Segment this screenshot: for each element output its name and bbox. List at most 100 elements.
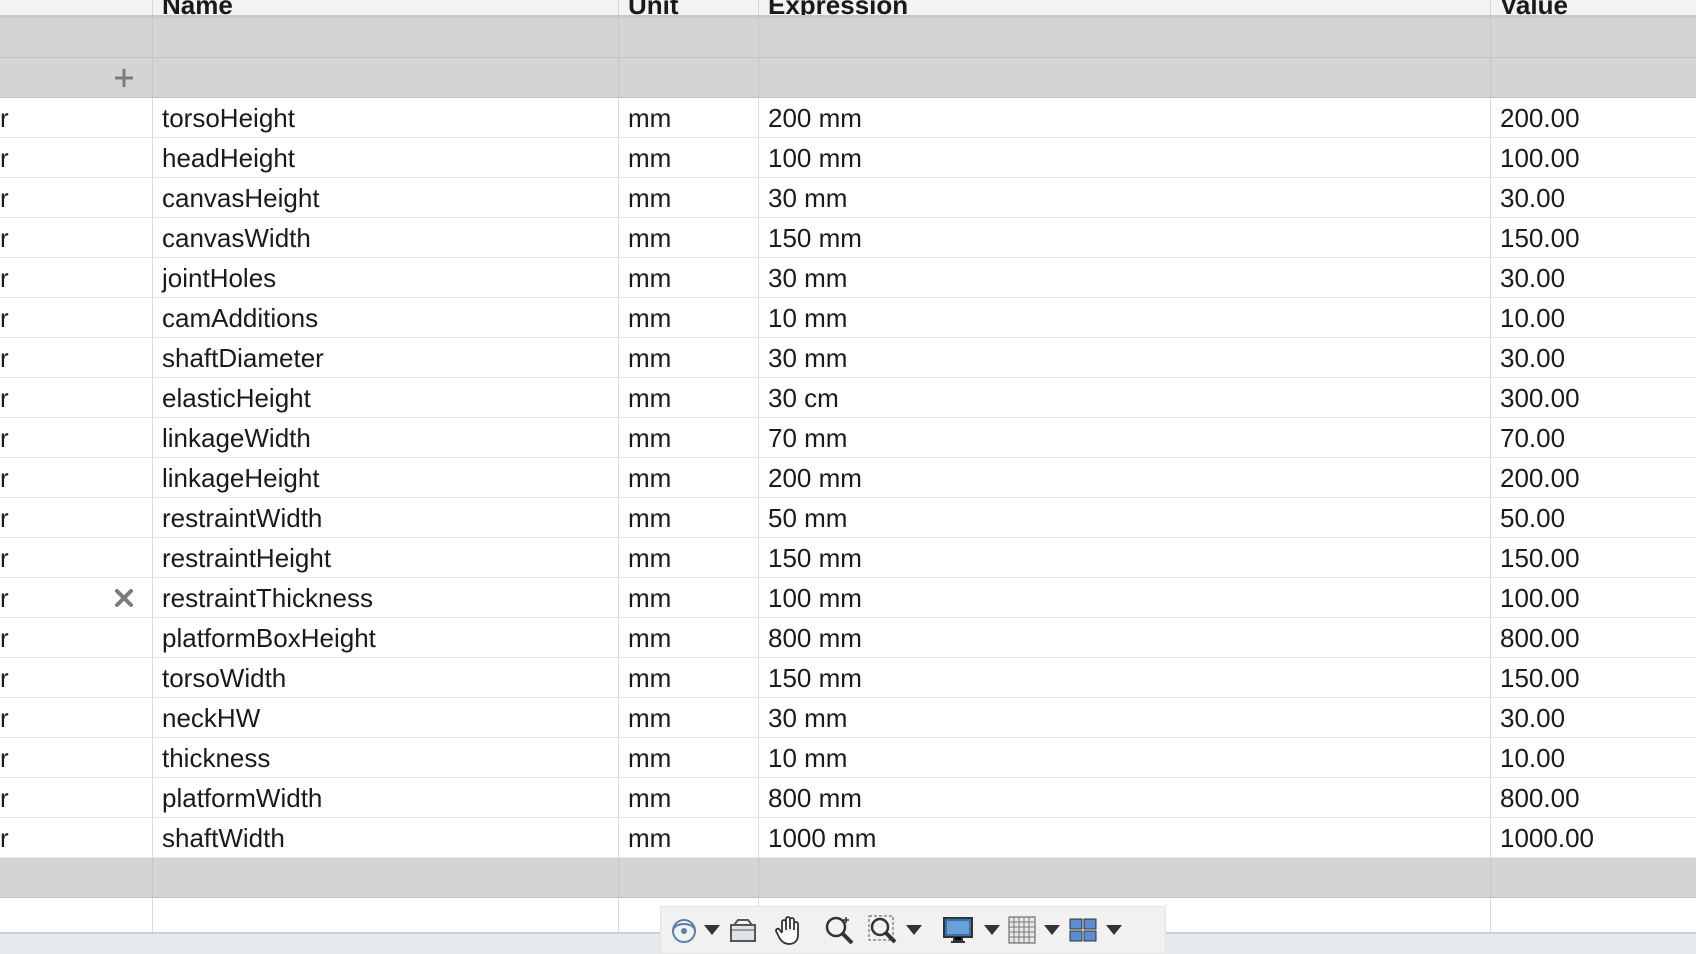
parameter-expression[interactable]: 200 mm [758,98,1490,137]
table-row[interactable]: r canvasHeight mm 30 mm 30.00 [0,178,1696,218]
table-row[interactable]: r platformWidth mm 800 mm 800.00 [0,778,1696,818]
parameter-expression[interactable]: 150 mm [758,658,1490,697]
parameter-name[interactable]: torsoHeight [152,98,618,137]
parameter-unit[interactable]: mm [618,778,758,817]
parameter-expression[interactable]: 70 mm [758,418,1490,457]
row-type: r [0,503,9,533]
parameter-unit[interactable]: mm [618,298,758,337]
zoom-dropdown-icon[interactable] [903,908,925,952]
display-dropdown-icon[interactable] [981,908,1003,952]
parameter-name[interactable]: headHeight [152,138,618,177]
parameter-expression[interactable]: 30 cm [758,378,1490,417]
table-row[interactable]: r thickness mm 10 mm 10.00 [0,738,1696,778]
parameter-expression[interactable]: 30 mm [758,698,1490,737]
zoom-icon[interactable] [815,908,863,952]
parameter-unit[interactable]: mm [618,658,758,697]
parameter-unit[interactable]: mm [618,738,758,777]
parameter-expression[interactable]: 800 mm [758,778,1490,817]
parameter-unit[interactable]: mm [618,538,758,577]
table-row[interactable]: r neckHW mm 30 mm 30.00 [0,698,1696,738]
header-value[interactable]: Value [1490,0,1696,15]
parameter-unit[interactable]: mm [618,338,758,377]
parameter-unit[interactable]: mm [618,258,758,297]
parameter-unit[interactable]: mm [618,578,758,617]
parameter-name[interactable]: shaftDiameter [152,338,618,377]
parameter-expression[interactable]: 1000 mm [758,818,1490,857]
grid-dropdown-icon[interactable] [1041,908,1063,952]
parameter-name[interactable]: canvasWidth [152,218,618,257]
table-row[interactable]: r restraintWidth mm 50 mm 50.00 [0,498,1696,538]
parameter-unit[interactable]: mm [618,218,758,257]
table-row[interactable]: r camAdditions mm 10 mm 10.00 [0,298,1696,338]
parameter-expression[interactable]: 100 mm [758,138,1490,177]
parameter-unit[interactable]: mm [618,498,758,537]
parameter-unit[interactable]: mm [618,618,758,657]
table-row[interactable]: r elasticHeight mm 30 cm 300.00 [0,378,1696,418]
parameter-expression[interactable]: 30 mm [758,258,1490,297]
table-row[interactable]: r shaftWidth mm 1000 mm 1000.00 [0,818,1696,858]
pan-hand-icon[interactable] [763,908,815,952]
parameter-name[interactable]: platformBoxHeight [152,618,618,657]
parameter-name[interactable]: restraintHeight [152,538,618,577]
table-row[interactable]: r canvasWidth mm 150 mm 150.00 [0,218,1696,258]
parameter-unit[interactable]: mm [618,98,758,137]
table-row[interactable]: r restraintThickness mm 100 mm 100.00 [0,578,1696,618]
header-expression[interactable]: Expression [758,0,1490,15]
parameter-name[interactable]: linkageWidth [152,418,618,457]
plus-icon[interactable] [112,58,136,97]
parameter-value: 100.00 [1490,138,1696,177]
parameter-expression[interactable]: 30 mm [758,178,1490,217]
row-type-cell: r [0,818,152,857]
parameter-name[interactable]: torsoWidth [152,658,618,697]
table-row[interactable]: r jointHoles mm 30 mm 30.00 [0,258,1696,298]
viewports-icon[interactable] [1063,908,1103,952]
parameter-name[interactable]: jointHoles [152,258,618,297]
parameter-name[interactable]: camAdditions [152,298,618,337]
fit-window-icon[interactable] [863,908,903,952]
orbit-icon[interactable] [667,908,701,952]
orbit-dropdown-icon[interactable] [701,908,723,952]
parameter-expression[interactable]: 50 mm [758,498,1490,537]
parameter-name[interactable]: restraintThickness [152,578,618,617]
table-row[interactable]: r headHeight mm 100 mm 100.00 [0,138,1696,178]
parameter-expression[interactable]: 100 mm [758,578,1490,617]
parameter-name[interactable]: elasticHeight [152,378,618,417]
header-unit[interactable]: Unit [618,0,758,15]
parameter-expression[interactable]: 200 mm [758,458,1490,497]
table-row[interactable]: r linkageHeight mm 200 mm 200.00 [0,458,1696,498]
parameter-unit[interactable]: mm [618,138,758,177]
parameter-name[interactable]: platformWidth [152,778,618,817]
parameter-unit[interactable]: mm [618,818,758,857]
table-row[interactable]: r linkageWidth mm 70 mm 70.00 [0,418,1696,458]
parameter-unit[interactable]: mm [618,378,758,417]
parameter-unit[interactable]: mm [618,418,758,457]
parameter-unit[interactable]: mm [618,698,758,737]
close-icon[interactable] [112,578,136,617]
grid-snaps-icon[interactable] [1003,908,1041,952]
parameter-name[interactable]: restraintWidth [152,498,618,537]
parameter-name[interactable]: shaftWidth [152,818,618,857]
parameter-expression[interactable]: 10 mm [758,738,1490,777]
parameter-name[interactable]: thickness [152,738,618,777]
header-name[interactable]: Name [152,0,618,15]
table-row[interactable]: r platformBoxHeight mm 800 mm 800.00 [0,618,1696,658]
parameter-expression[interactable]: 10 mm [758,298,1490,337]
parameter-value: 50.00 [1490,498,1696,537]
table-row[interactable]: r restraintHeight mm 150 mm 150.00 [0,538,1696,578]
parameter-name[interactable]: canvasHeight [152,178,618,217]
parameter-name[interactable]: neckHW [152,698,618,737]
parameter-unit[interactable]: mm [618,178,758,217]
table-row[interactable]: r shaftDiameter mm 30 mm 30.00 [0,338,1696,378]
display-settings-icon[interactable] [935,908,981,952]
parameter-expression[interactable]: 150 mm [758,538,1490,577]
table-row[interactable]: r torsoWidth mm 150 mm 150.00 [0,658,1696,698]
look-at-icon[interactable] [723,908,763,952]
section-row [0,858,1696,898]
parameter-expression[interactable]: 150 mm [758,218,1490,257]
parameter-unit[interactable]: mm [618,458,758,497]
parameter-expression[interactable]: 30 mm [758,338,1490,377]
parameter-expression[interactable]: 800 mm [758,618,1490,657]
viewports-dropdown-icon[interactable] [1103,908,1125,952]
table-row[interactable]: r torsoHeight mm 200 mm 200.00 [0,98,1696,138]
parameter-name[interactable]: linkageHeight [152,458,618,497]
